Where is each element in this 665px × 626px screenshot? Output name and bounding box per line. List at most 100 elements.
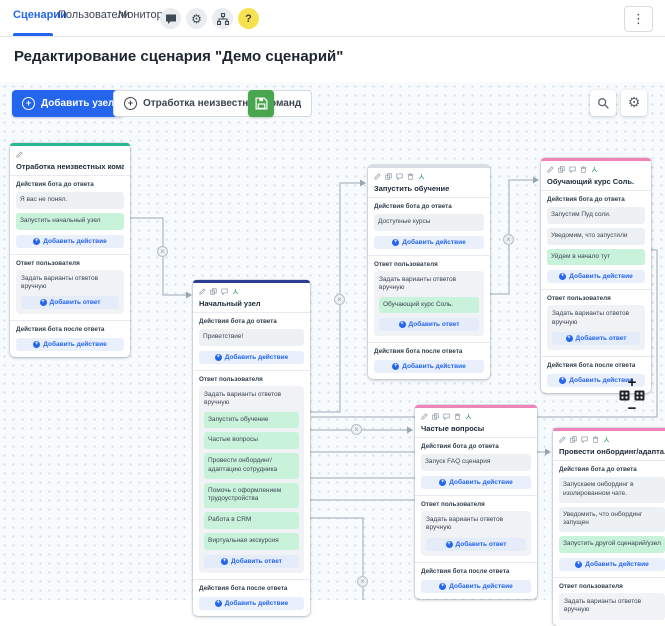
add-action-button[interactable]: + Добавить действие xyxy=(16,235,124,248)
canvas-settings-button[interactable]: ⚙ xyxy=(621,90,647,116)
answer-item[interactable]: Частые вопросы xyxy=(204,432,299,449)
manual-answers-label: Задать варианты ответов вручную xyxy=(204,391,299,408)
copy-icon[interactable] xyxy=(432,413,439,420)
delete-connection-button[interactable]: × xyxy=(503,234,514,245)
action-item[interactable]: Запустим Пуд соли. xyxy=(547,207,645,224)
section-label: Действия бота после ответа xyxy=(421,568,531,575)
add-action-button[interactable]: + Добавить действие xyxy=(421,580,531,593)
comment-icon[interactable] xyxy=(221,288,228,295)
canvas-zoom-controls: + − xyxy=(612,376,652,415)
plus-icon: + xyxy=(33,341,40,348)
node-card-onboarding[interactable]: Провести онбординг/адапта... Действия бо… xyxy=(553,428,665,626)
add-node-button[interactable]: + Добавить узел xyxy=(12,90,124,117)
action-item[interactable]: Уведомить, что онбординг запущен xyxy=(559,507,665,533)
plus-icon: + xyxy=(566,335,573,342)
add-answer-button[interactable]: + Добавить ответ xyxy=(426,538,526,551)
add-action-button[interactable]: + Добавить действие xyxy=(199,597,304,610)
zoom-out-button[interactable]: − xyxy=(612,402,652,415)
branch-icon[interactable] xyxy=(465,413,472,420)
add-action-button[interactable]: + Добавить действие xyxy=(16,338,124,351)
copy-icon[interactable] xyxy=(558,166,565,173)
answer-item[interactable]: Виртуальная экскурсия xyxy=(204,533,299,550)
copy-icon[interactable] xyxy=(210,288,217,295)
add-action-button[interactable]: + Добавить действие xyxy=(421,476,531,489)
search-button[interactable] xyxy=(590,90,616,116)
branch-icon[interactable] xyxy=(418,173,425,180)
add-answer-button[interactable]: + Добавить ответ xyxy=(379,318,479,331)
edit-icon[interactable] xyxy=(421,413,428,420)
arrow-into-start xyxy=(186,292,192,299)
edit-icon[interactable] xyxy=(374,173,381,180)
branch-icon[interactable] xyxy=(232,288,239,295)
action-item[interactable]: Приветствие! xyxy=(199,329,304,346)
delete-connection-button[interactable]: × xyxy=(351,424,362,435)
comment-icon[interactable] xyxy=(581,436,588,443)
add-action-button[interactable]: + Добавить действие xyxy=(559,558,665,571)
add-action-button[interactable]: + Добавить действие xyxy=(374,360,484,373)
answer-item[interactable]: Работа в CRM xyxy=(204,512,299,529)
plus-icon: + xyxy=(446,541,453,548)
trash-icon[interactable] xyxy=(592,436,599,443)
comment-icon[interactable] xyxy=(396,173,403,180)
comment-icon[interactable] xyxy=(569,166,576,173)
add-answer-label: Добавить ответ xyxy=(231,558,282,565)
zoom-in-button[interactable]: + xyxy=(612,376,652,389)
action-item[interactable]: Запускаем онбординг в изолированном чате… xyxy=(559,477,665,503)
action-item[interactable]: Доступные курсы xyxy=(374,214,484,231)
add-action-label: Добавить действие xyxy=(449,583,512,590)
chat-icon[interactable] xyxy=(160,8,181,29)
node-card-faq[interactable]: Частые вопросы Действия бота до ответа З… xyxy=(415,405,537,599)
section-label: Действия бота после ответа xyxy=(547,362,645,369)
answer-item[interactable]: Помочь с оформлением трудоустройства xyxy=(204,483,299,509)
save-button[interactable] xyxy=(248,90,274,117)
node-card-unknown-commands[interactable]: Отработка неизвестных команд Действия бо… xyxy=(10,143,130,357)
action-item[interactable]: Запустить другой сценарий/узел xyxy=(559,536,665,553)
add-action-button[interactable]: + Добавить действие xyxy=(374,236,484,249)
copy-icon[interactable] xyxy=(570,436,577,443)
kebab-menu-button[interactable]: ⋮ xyxy=(624,6,653,32)
trash-icon[interactable] xyxy=(580,166,587,173)
add-answer-button[interactable]: + Добавить ответ xyxy=(21,296,119,309)
edit-icon[interactable] xyxy=(16,151,23,158)
trash-icon[interactable] xyxy=(407,173,414,180)
action-item[interactable]: Запуск FAQ сценария xyxy=(421,454,531,471)
node-card-start[interactable]: Начальный узел Действия бота до ответа П… xyxy=(193,280,310,616)
action-item[interactable]: Запустить начальный узел xyxy=(16,213,124,230)
sitemap-icon[interactable] xyxy=(212,8,233,29)
section-label: Ответ пользователя xyxy=(421,501,531,508)
answer-item[interactable]: Запустить обучение xyxy=(204,412,299,429)
delete-connection-button[interactable]: × xyxy=(334,294,345,305)
add-answer-label: Добавить ответ xyxy=(409,321,460,328)
answer-item[interactable]: Обучающий курс Соль. xyxy=(379,297,479,314)
branch-icon[interactable] xyxy=(591,166,598,173)
tab-monitor[interactable]: Монитор xyxy=(118,9,163,21)
answer-item[interactable]: Провести онбординг/ адаптацию сотрудника xyxy=(204,453,299,479)
edit-icon[interactable] xyxy=(559,436,566,443)
action-item[interactable]: Уведомим, что запустили xyxy=(547,228,645,245)
comment-icon[interactable] xyxy=(443,413,450,420)
add-action-label: Добавить действие xyxy=(585,561,648,568)
plus-icon: + xyxy=(22,97,35,110)
delete-connection-button[interactable]: × xyxy=(357,576,368,587)
copy-icon[interactable] xyxy=(385,173,392,180)
gear-icon[interactable]: ⚙ xyxy=(186,8,207,29)
unknown-commands-button[interactable]: + Отработка неизвестных команд xyxy=(113,90,312,117)
add-answer-button[interactable]: + Добавить ответ xyxy=(552,332,640,345)
action-item[interactable]: Я вас не понял. xyxy=(16,192,124,209)
delete-connection-button[interactable]: × xyxy=(157,246,168,257)
add-action-button[interactable]: + Добавить действие xyxy=(547,270,645,283)
edit-icon[interactable] xyxy=(547,166,554,173)
node-title: Частые вопросы xyxy=(421,424,531,433)
trash-icon[interactable] xyxy=(454,413,461,420)
manual-answers-label: Задать варианты ответов вручную xyxy=(426,516,526,533)
node-card-course[interactable]: Обучающий курс Соль. Действия бота до от… xyxy=(541,158,651,393)
node-card-training[interactable]: Запустить обучение Действия бота до отве… xyxy=(368,165,490,379)
add-answer-label: Добавить ответ xyxy=(50,299,101,306)
add-action-button[interactable]: + Добавить действие xyxy=(199,351,304,364)
action-item[interactable]: Уйдем в начало тут xyxy=(547,249,645,266)
section-label: Действия бота до ответа xyxy=(199,318,304,325)
branch-icon[interactable] xyxy=(603,436,610,443)
edit-icon[interactable] xyxy=(199,288,206,295)
help-icon[interactable]: ? xyxy=(238,8,259,29)
add-answer-button[interactable]: + Добавить ответ xyxy=(204,555,299,568)
